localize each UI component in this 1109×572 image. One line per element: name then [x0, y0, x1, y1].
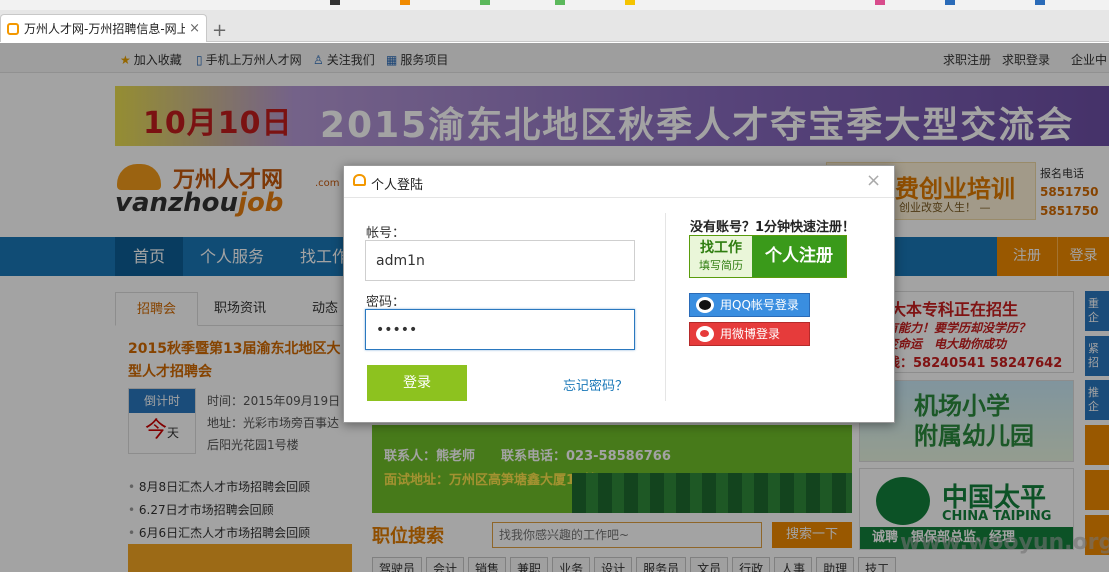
register-button[interactable]: 找工作 填写简历 个人注册: [689, 235, 847, 278]
browser-tab-title: 万州人才网-万州招聘信息-网上: [24, 22, 186, 36]
browser-tab[interactable]: 万州人才网-万州招聘信息-网上 ×: [0, 14, 207, 42]
weibo-login-button[interactable]: 用微博登录: [689, 322, 810, 346]
dialog-logo-icon: [353, 174, 366, 186]
forgot-password-link[interactable]: 忘记密码？: [563, 375, 628, 394]
new-tab-button[interactable]: +: [212, 20, 227, 41]
password-input[interactable]: •••••: [365, 309, 635, 350]
login-button[interactable]: 登录: [367, 365, 467, 401]
qq-icon: [696, 297, 714, 313]
browser-bookmark-strip: [0, 0, 1109, 10]
close-icon[interactable]: ×: [866, 170, 881, 191]
weibo-icon: [696, 326, 714, 342]
account-input[interactable]: adm1n: [365, 240, 635, 281]
dialog-header: 个人登陆 ×: [344, 166, 894, 198]
dialog-title: 个人登陆: [371, 178, 424, 193]
login-dialog: 个人登陆 × 帐号： adm1n 密码： ••••• 登录 忘记密码？ 没有账号…: [343, 165, 895, 423]
close-tab-icon[interactable]: ×: [189, 21, 200, 36]
qq-login-button[interactable]: 用QQ帐号登录: [689, 293, 810, 317]
password-label: 密码：: [366, 295, 406, 310]
site-favicon-icon: [7, 22, 19, 35]
dialog-divider: [665, 213, 666, 401]
no-account-text: 没有账号？1分钟快速注册！: [690, 220, 856, 235]
account-label: 帐号：: [366, 226, 406, 241]
browser-tab-bar: 万州人才网-万州招聘信息-网上 × +: [0, 10, 1109, 42]
